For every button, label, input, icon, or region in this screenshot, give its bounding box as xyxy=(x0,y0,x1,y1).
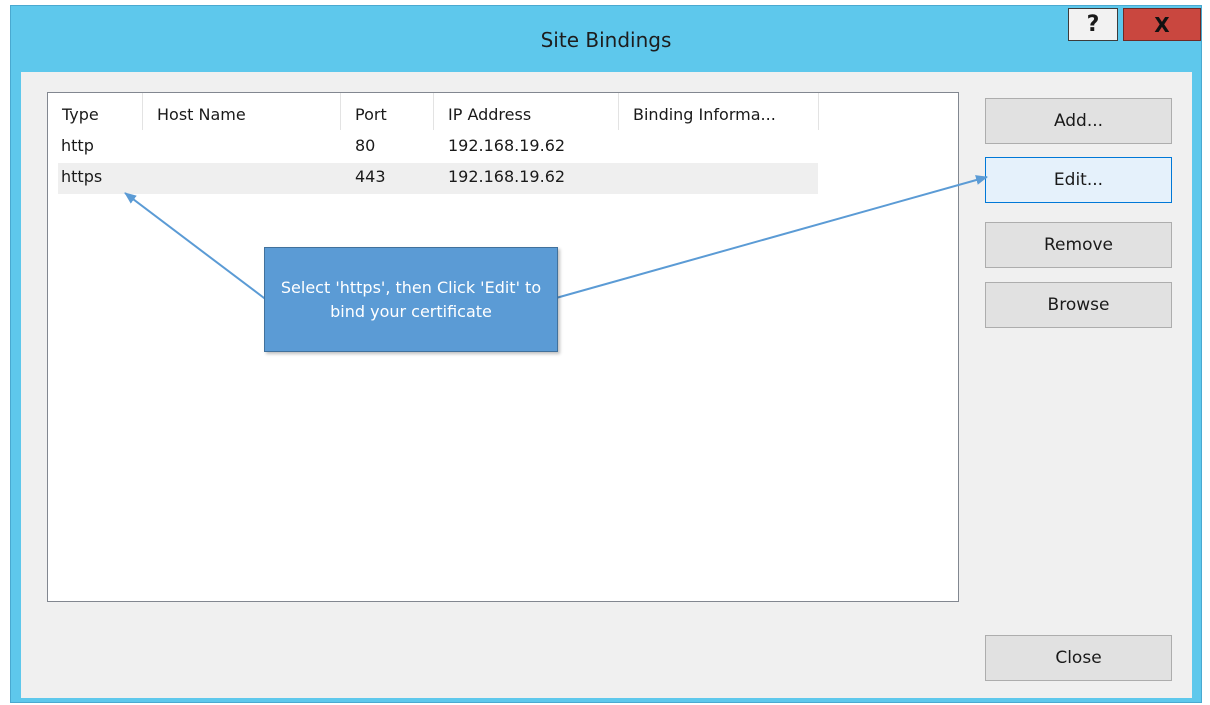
help-button[interactable]: ? xyxy=(1068,8,1118,41)
column-header-binding-information[interactable]: Binding Informa... xyxy=(619,93,819,130)
cell-ip-address: 192.168.19.62 xyxy=(448,167,566,186)
cell-type: https xyxy=(61,167,103,186)
column-header-port[interactable]: Port xyxy=(341,93,434,130)
column-header-ip-address[interactable]: IP Address xyxy=(434,93,619,130)
cell-port: 443 xyxy=(355,167,386,186)
table-row[interactable]: http 80 192.168.19.62 xyxy=(58,132,818,163)
dialog-body: Type Host Name Port IP Address Binding I… xyxy=(21,72,1192,698)
list-header: Type Host Name Port IP Address Binding I… xyxy=(48,93,958,130)
close-window-button[interactable]: X xyxy=(1123,8,1201,41)
column-header-type[interactable]: Type xyxy=(48,93,143,130)
column-header-host-name[interactable]: Host Name xyxy=(143,93,341,130)
add-button[interactable]: Add... xyxy=(985,98,1172,144)
instruction-text: Select 'https', then Click 'Edit' to bin… xyxy=(280,277,542,321)
title-bar[interactable]: Site Bindings ? X xyxy=(11,6,1201,72)
instruction-callout: Select 'https', then Click 'Edit' to bin… xyxy=(264,247,558,352)
browse-button[interactable]: Browse xyxy=(985,282,1172,328)
cell-type: http xyxy=(61,136,94,155)
cell-port: 80 xyxy=(355,136,376,155)
edit-button[interactable]: Edit... xyxy=(985,157,1172,203)
table-row[interactable]: https 443 192.168.19.62 xyxy=(58,163,818,194)
dialog-title: Site Bindings xyxy=(540,28,672,52)
site-bindings-dialog: Site Bindings ? X Type Host Name Port IP… xyxy=(10,5,1202,703)
remove-button[interactable]: Remove xyxy=(985,222,1172,268)
cell-ip-address: 192.168.19.62 xyxy=(448,136,566,155)
close-button[interactable]: Close xyxy=(985,635,1172,681)
